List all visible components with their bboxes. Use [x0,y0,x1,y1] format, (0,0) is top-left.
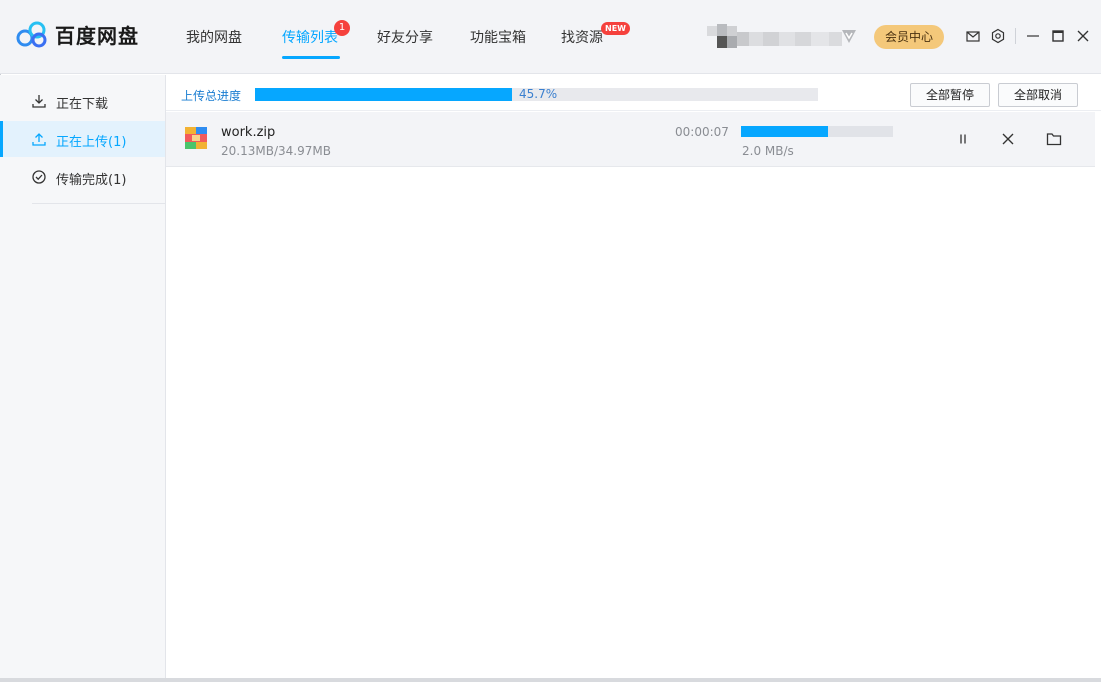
file-progress-bar [741,126,893,137]
minimize-icon[interactable] [1025,28,1041,44]
sidebar-item-uploading[interactable]: 正在上传(1) [0,121,165,157]
mail-icon[interactable] [965,28,981,44]
pause-icon[interactable] [955,131,971,147]
user-avatar-blurred[interactable] [707,24,842,50]
total-progress-bar: 45.7% [255,87,818,101]
sidebar-item-completed[interactable]: 传输完成(1) [0,159,165,195]
upload-summary-bar: 上传总进度 45.7% 全部暂停 全部取消 [166,75,1101,111]
file-size: 20.13MB/34.97MB [221,144,331,158]
cancel-icon[interactable] [1000,131,1016,147]
vip-center-button[interactable]: 会员中心 [874,25,944,49]
sidebar-item-label: 正在下载 [56,97,109,112]
nav-my-netdisk[interactable]: 我的网盘 [186,27,242,47]
file-progress-fill [741,126,828,137]
total-progress-fill [255,88,512,101]
baidu-netdisk-logo-icon [16,21,47,48]
folder-icon[interactable] [1046,131,1062,147]
transfer-count-badge: 1 [334,20,350,36]
total-progress-percent: 45.7% [519,87,558,101]
upload-icon [32,133,46,146]
zip-file-icon [185,127,207,149]
cancel-all-button[interactable]: 全部取消 [998,83,1078,107]
settings-icon[interactable] [990,28,1006,44]
time-remaining: 00:00:07 [675,125,729,139]
transfer-sidebar: 正在下载 正在上传(1) 传输完成(1) [0,75,166,682]
file-name: work.zip [221,125,276,140]
sidebar-item-label: 正在上传(1) [56,135,127,150]
header-divider [1015,28,1016,44]
close-icon[interactable] [1075,28,1091,44]
summary-label: 上传总进度 [181,89,242,103]
transfer-row[interactable]: work.zip 20.13MB/34.97MB 00:00:07 2.0 MB… [166,112,1095,167]
nav-transfer-list[interactable]: 传输列表 [282,27,338,47]
sidebar-item-downloading[interactable]: 正在下载 [0,83,165,119]
check-circle-icon [32,170,46,184]
pause-all-button[interactable]: 全部暂停 [910,83,990,107]
nav-find-resources[interactable]: 找资源 [561,27,603,47]
sidebar-item-label: 传输完成(1) [56,173,127,188]
active-tab-indicator [282,56,340,59]
maximize-icon[interactable] [1050,28,1066,44]
brand-name: 百度网盘 [55,24,139,48]
nav-toolbox[interactable]: 功能宝箱 [470,27,526,47]
download-icon [32,95,46,108]
sidebar-divider [32,203,165,204]
vip-shield-icon [842,30,856,43]
new-badge: NEW [601,22,630,35]
nav-friend-share[interactable]: 好友分享 [377,27,433,47]
background-residue [0,678,1101,682]
title-bar: 百度网盘 我的网盘 传输列表 1 好友分享 功能宝箱 找资源 NEW 会员中心 [0,0,1101,74]
transfer-speed: 2.0 MB/s [742,144,794,158]
